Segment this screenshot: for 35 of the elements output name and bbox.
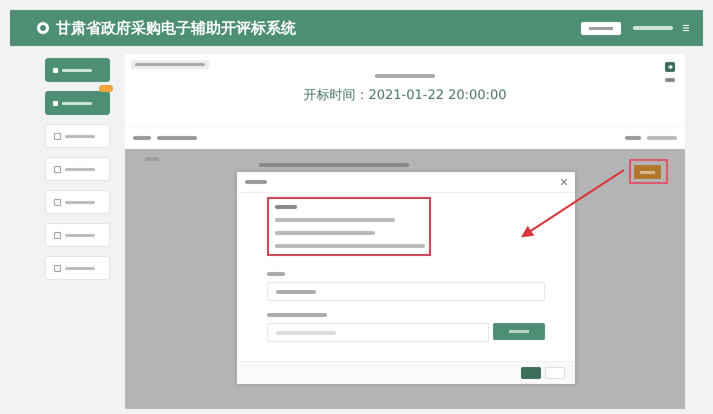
sidebar-item[interactable] — [45, 157, 110, 181]
sidebar-item[interactable] — [45, 58, 110, 82]
emblem-icon — [36, 21, 50, 35]
upload-button[interactable] — [493, 323, 545, 340]
system-title: 甘肃省政府采购电子辅助开评标系统 — [56, 18, 297, 38]
close-icon[interactable] — [561, 179, 567, 185]
menu-icon[interactable] — [683, 25, 689, 31]
header-button[interactable] — [581, 22, 621, 34]
sidebar-item[interactable] — [45, 256, 110, 280]
open-time: 开标时间：2021-01-22 20:00:00 — [303, 87, 507, 104]
highlight-frame — [629, 159, 668, 184]
blurred-text — [375, 74, 435, 78]
sidebar-item[interactable] — [45, 190, 110, 214]
blurred-text — [665, 78, 675, 82]
input-field[interactable] — [267, 282, 545, 301]
blurred-text — [133, 136, 151, 140]
sidebar-item[interactable] — [45, 124, 110, 148]
blurred-text — [267, 313, 327, 317]
blurred-text — [276, 290, 316, 294]
blurred-text — [157, 136, 197, 140]
blurred-text — [275, 205, 297, 209]
blurred-text — [633, 26, 673, 30]
sign-in-button[interactable] — [634, 165, 661, 179]
blurred-text — [135, 63, 205, 66]
cancel-button[interactable] — [545, 367, 565, 379]
blurred-text — [267, 272, 285, 276]
blurred-text — [625, 136, 641, 140]
sidebar-item[interactable] — [45, 223, 110, 247]
blurred-text — [647, 136, 677, 140]
blurred-text — [245, 180, 267, 184]
input-field[interactable] — [267, 323, 489, 342]
sidebar-item[interactable] — [45, 91, 110, 115]
exit-icon[interactable] — [665, 62, 675, 72]
confirm-button[interactable] — [521, 367, 541, 379]
blurred-text — [276, 330, 336, 334]
